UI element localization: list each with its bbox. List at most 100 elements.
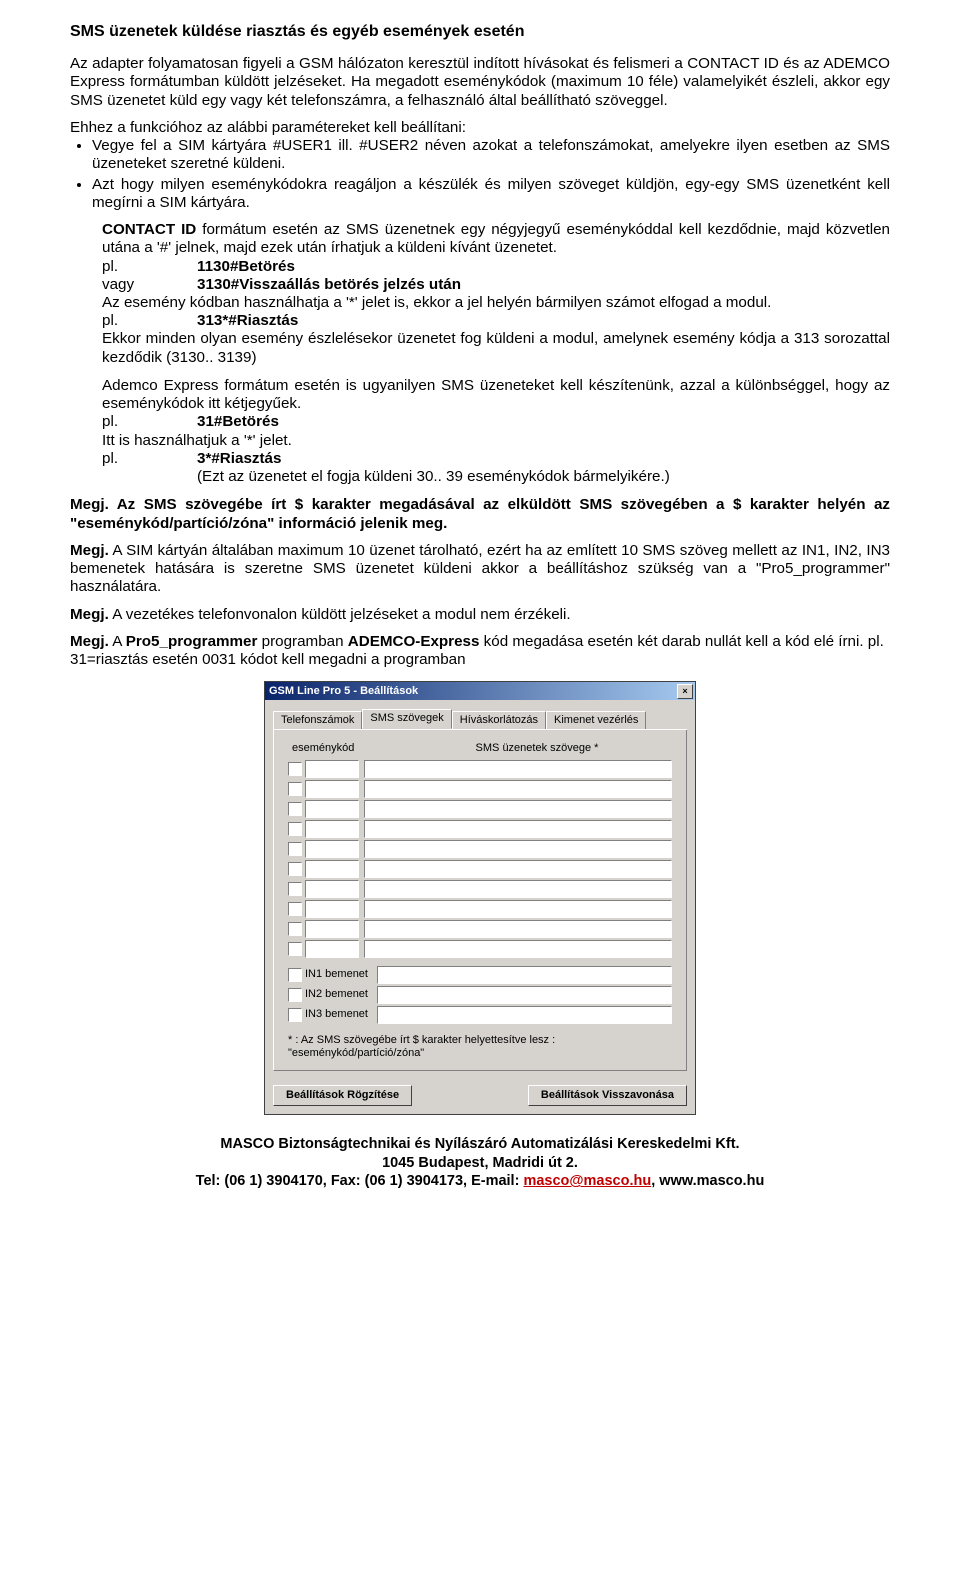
checkbox[interactable] (288, 762, 302, 776)
example-5-pl: pl. (102, 450, 197, 468)
in3-label: IN3 bemenet (305, 1008, 377, 1021)
dialog-titlebar: GSM Line Pro 5 - Beállítások × (265, 682, 695, 700)
wildcard-after: Ekkor minden olyan esemény észlelésekor … (102, 330, 890, 366)
sms-text-input[interactable] (364, 880, 672, 898)
sms-text-input[interactable] (364, 780, 672, 798)
example-5-sub-text: (Ezt az üzenetet el fogja küldeni 30.. 3… (197, 468, 670, 486)
checkbox[interactable] (288, 968, 302, 982)
note-2: Megj. A SIM kártyán általában maximum 10… (70, 542, 890, 597)
bullet-1: Vegye fel a SIM kártyára #USER1 ill. #US… (92, 137, 890, 173)
checkbox[interactable] (288, 822, 302, 836)
example-3-pl: pl. (102, 312, 197, 330)
code-input[interactable] (305, 900, 359, 918)
footer-email[interactable]: masco@masco.hu (523, 1173, 651, 1189)
param-list: Vegye fel a SIM kártyára #USER1 ill. #US… (70, 137, 890, 212)
in2-text-input[interactable] (377, 986, 672, 1004)
example-3: pl. 313*#Riasztás (102, 312, 890, 330)
in3-row: IN3 bemenet (288, 1006, 672, 1024)
checkbox[interactable] (288, 988, 302, 1002)
event-row (288, 820, 672, 838)
checkbox[interactable] (288, 842, 302, 856)
example-2: vagy 3130#Visszaállás betörés jelzés utá… (102, 276, 890, 294)
column-headers: eseménykód SMS üzenetek szövege * (288, 742, 672, 755)
in1-label: IN1 bemenet (305, 968, 377, 981)
checkbox[interactable] (288, 782, 302, 796)
note-1-label: Megj. (70, 496, 109, 513)
note-1: Megj. Az SMS szövegébe írt $ karakter me… (70, 496, 890, 532)
tab-call-limit[interactable]: Híváskorlátozás (452, 711, 546, 729)
in1-row: IN1 bemenet (288, 966, 672, 984)
example-4-val: 31#Betörés (197, 413, 279, 431)
in2-row: IN2 bemenet (288, 986, 672, 1004)
code-input[interactable] (305, 860, 359, 878)
sms-text-input[interactable] (364, 760, 672, 778)
checkbox[interactable] (288, 1008, 302, 1022)
sms-text-input[interactable] (364, 900, 672, 918)
note-4-b: A (109, 633, 126, 650)
dialog-title: GSM Line Pro 5 - Beállítások (269, 685, 418, 698)
close-icon[interactable]: × (677, 684, 693, 699)
tab-panel-sms: eseménykód SMS üzenetek szövege * IN1 be… (273, 729, 687, 1071)
checkbox[interactable] (288, 802, 302, 816)
footer-line-3: Tel: (06 1) 3904170, Fax: (06 1) 3904173… (70, 1172, 890, 1191)
note-2-label: Megj. (70, 542, 109, 559)
footer-web: , www.masco.hu (651, 1173, 764, 1189)
checkbox[interactable] (288, 882, 302, 896)
note-2-text: A SIM kártyán általában maximum 10 üzene… (70, 542, 890, 595)
contactid-label: CONTACT ID (102, 221, 196, 238)
contactid-block: CONTACT ID formátum esetén az SMS üzenet… (102, 221, 890, 367)
cancel-button[interactable]: Beállítások Visszavonása (528, 1085, 687, 1106)
sms-text-input[interactable] (364, 800, 672, 818)
sms-text-input[interactable] (364, 920, 672, 938)
example-2-val: 3130#Visszaállás betörés jelzés után (197, 276, 461, 294)
dialog-screenshot: GSM Line Pro 5 - Beállítások × Telefonsz… (70, 681, 890, 1115)
save-button[interactable]: Beállítások Rögzítése (273, 1085, 412, 1106)
example-5-val: 3*#Riasztás (197, 450, 281, 468)
code-input[interactable] (305, 840, 359, 858)
sms-text-input[interactable] (364, 860, 672, 878)
tab-output-control[interactable]: Kimenet vezérlés (546, 711, 646, 729)
example-1-pl: pl. (102, 258, 197, 276)
code-input[interactable] (305, 800, 359, 818)
checkbox[interactable] (288, 922, 302, 936)
example-4: pl. 31#Betörés (102, 413, 890, 431)
code-input[interactable] (305, 760, 359, 778)
header-sms-text: SMS üzenetek szövege * (402, 742, 672, 755)
ademco-paragraph: Ademco Express formátum esetén is ugyani… (102, 377, 890, 413)
code-input[interactable] (305, 820, 359, 838)
example-5: pl. 3*#Riasztás (102, 450, 890, 468)
footer-line-1: MASCO Biztonságtechnikai és Nyílászáró A… (70, 1135, 890, 1154)
example-4-pl: pl. (102, 413, 197, 431)
event-row (288, 900, 672, 918)
sms-text-input[interactable] (364, 940, 672, 958)
in3-text-input[interactable] (377, 1006, 672, 1024)
tab-sms-texts[interactable]: SMS szövegek (362, 709, 451, 729)
checkbox[interactable] (288, 942, 302, 956)
page-title: SMS üzenetek küldése riasztás és egyéb e… (70, 22, 890, 41)
code-input[interactable] (305, 880, 359, 898)
code-input[interactable] (305, 940, 359, 958)
in1-text-input[interactable] (377, 966, 672, 984)
note-4-e: ADEMCO-Express (348, 633, 480, 650)
note-4-c: Pro5_programmer (126, 633, 258, 650)
example-1-val: 1130#Betörés (197, 258, 295, 276)
checkbox[interactable] (288, 862, 302, 876)
footer-line-2: 1045 Budapest, Madridi út 2. (70, 1154, 890, 1173)
note-3-text: A vezetékes telefonvonalon küldött jelzé… (109, 606, 571, 623)
sms-text-input[interactable] (364, 840, 672, 858)
header-eventcode: eseménykód (288, 742, 402, 755)
code-input[interactable] (305, 920, 359, 938)
sms-text-input[interactable] (364, 820, 672, 838)
checkbox[interactable] (288, 902, 302, 916)
dialog-footnote: * : Az SMS szövegébe írt $ karakter hely… (288, 1034, 672, 1060)
tab-phone-numbers[interactable]: Telefonszámok (273, 711, 362, 729)
example-2-pl: vagy (102, 276, 197, 294)
footer-tel-fax: Tel: (06 1) 3904170, Fax: (06 1) 3904173… (196, 1173, 524, 1189)
example-3-val: 313*#Riasztás (197, 312, 298, 330)
tab-strip: Telefonszámok SMS szövegek Híváskorlátoz… (273, 709, 687, 730)
event-row (288, 860, 672, 878)
event-row (288, 920, 672, 938)
event-row (288, 840, 672, 858)
note-4: Megj. A Pro5_programmer programban ADEMC… (70, 633, 890, 669)
code-input[interactable] (305, 780, 359, 798)
